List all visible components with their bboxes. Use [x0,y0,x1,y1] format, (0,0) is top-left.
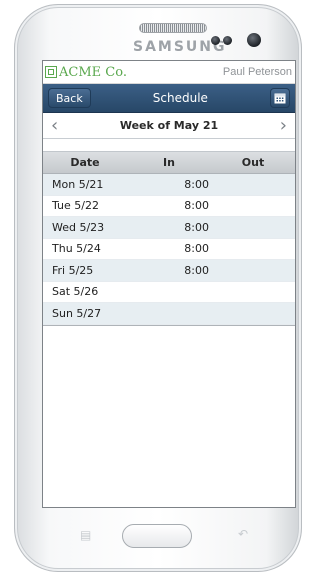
table-row[interactable]: Tue 5/22 8:00 [43,195,295,217]
sensor-dot [223,36,232,45]
in-cell: 8:00 [184,242,209,256]
front-camera [247,33,261,47]
chevron-left-icon[interactable]: ‹ [51,116,58,135]
chevron-right-icon[interactable]: › [280,116,287,135]
calendar-icon [274,93,286,104]
table-row[interactable]: Sun 5/27 [43,303,295,325]
date-cell: Mon 5/21 [52,177,104,191]
table-header: Date In Out [43,152,295,174]
menu-key-icon[interactable]: ▤ [80,528,91,542]
phone-screen: ACME Co. Paul Peterson Back Schedule ‹ W… [42,60,296,508]
calendar-button[interactable] [270,88,290,108]
earpiece-speaker [139,23,207,33]
table-row[interactable]: Wed 5/23 8:00 [43,217,295,239]
date-cell: Sun 5/27 [52,306,102,320]
in-cell: 8:00 [184,199,209,213]
home-button[interactable] [122,524,192,548]
company-logo: ACME Co. [45,65,127,80]
navigation-bar: Back Schedule [43,84,295,113]
page-title: Schedule [152,91,208,105]
in-cell: 8:00 [184,177,209,191]
logo-mark-icon [45,66,57,78]
logo-text: ACME Co. [59,64,127,80]
week-label: Week of May 21 [119,119,219,132]
date-cell: Fri 5/25 [52,263,94,277]
back-key-icon[interactable]: ↶ [238,527,248,541]
date-cell: Sat 5/26 [52,285,99,299]
sensor-dot [211,36,220,45]
column-header-in: In [163,156,175,169]
column-header-out: Out [241,156,265,169]
table-row[interactable]: Thu 5/24 8:00 [43,238,295,260]
date-cell: Wed 5/23 [52,220,105,234]
date-cell: Tue 5/22 [52,199,99,213]
table-row[interactable]: Sat 5/26 [43,281,295,303]
in-cell: 8:00 [184,263,209,277]
column-header-date: Date [70,156,100,169]
table-bottom-divider [43,324,295,326]
table-row[interactable]: Fri 5/25 8:00 [43,260,295,282]
back-button[interactable]: Back [48,88,91,108]
user-name: Paul Peterson [222,66,292,78]
date-cell: Thu 5/24 [52,242,101,256]
spacer [43,139,295,152]
app-header: ACME Co. Paul Peterson [43,61,295,84]
schedule-table-body: Mon 5/21 8:00 Tue 5/22 8:00 Wed 5/23 8:0… [43,174,295,325]
in-cell: 8:00 [184,220,209,234]
table-row[interactable]: Mon 5/21 8:00 [43,174,295,196]
week-selector: ‹ Week of May 21 › [43,113,295,139]
